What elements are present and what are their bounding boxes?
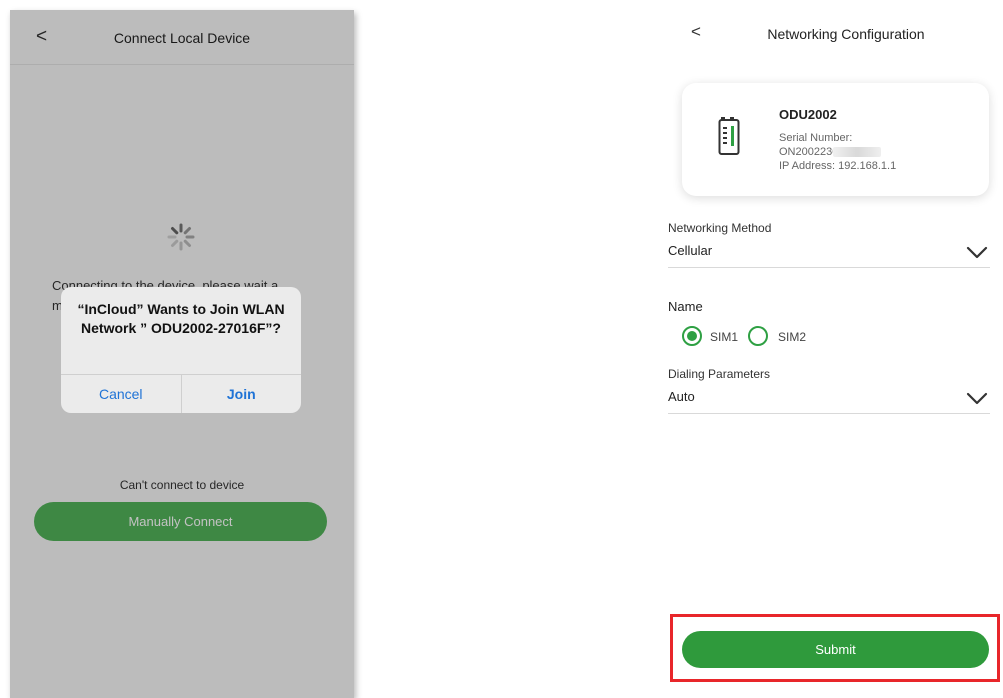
networking-method-value[interactable]: Cellular bbox=[668, 243, 712, 258]
sim2-label: SIM2 bbox=[778, 330, 807, 344]
serial-number-value: ON2002230 bbox=[779, 146, 839, 158]
cancel-button[interactable]: Cancel bbox=[61, 375, 181, 413]
serial-number-label: Serial Number: bbox=[779, 132, 853, 144]
sim2-radio[interactable] bbox=[748, 326, 768, 346]
sim1-radio[interactable] bbox=[682, 326, 702, 346]
join-button[interactable]: Join bbox=[180, 375, 302, 413]
alert-title: “InCloud” Wants to Join WLAN Network ” O… bbox=[77, 301, 285, 336]
chevron-down-icon[interactable] bbox=[966, 392, 988, 406]
dialing-parameters-label: Dialing Parameters bbox=[668, 367, 771, 381]
divider bbox=[668, 413, 990, 414]
router-device-icon bbox=[718, 117, 740, 155]
join-wlan-alert: “InCloud” Wants to Join WLAN Network ” O… bbox=[61, 287, 301, 413]
networking-method-label: Networking Method bbox=[668, 221, 772, 235]
divider bbox=[668, 267, 990, 268]
dialing-parameters-value[interactable]: Auto bbox=[668, 389, 695, 404]
ip-address: IP Address: 192.168.1.1 bbox=[779, 160, 897, 172]
networking-configuration-screen: < Networking Configuration ODU2002 Seria… bbox=[661, 0, 1003, 698]
chevron-down-icon[interactable] bbox=[966, 246, 988, 260]
submit-button[interactable]: Submit bbox=[682, 631, 989, 668]
screenshot-canvas: < Connect Local Device Connecting to the… bbox=[0, 0, 1003, 698]
alert-actions: Cancel Join bbox=[61, 374, 301, 413]
header: < Networking Configuration bbox=[661, 0, 1003, 66]
device-name: ODU2002 bbox=[779, 107, 837, 122]
redacted-serial-blur bbox=[833, 147, 881, 157]
sim1-label: SIM1 bbox=[710, 330, 739, 344]
page-title: Networking Configuration bbox=[767, 26, 925, 42]
connect-local-device-screen: < Connect Local Device Connecting to the… bbox=[10, 10, 354, 698]
name-label: Name bbox=[668, 299, 703, 314]
device-card: ODU2002 Serial Number: ON2002230 IP Addr… bbox=[682, 83, 989, 196]
